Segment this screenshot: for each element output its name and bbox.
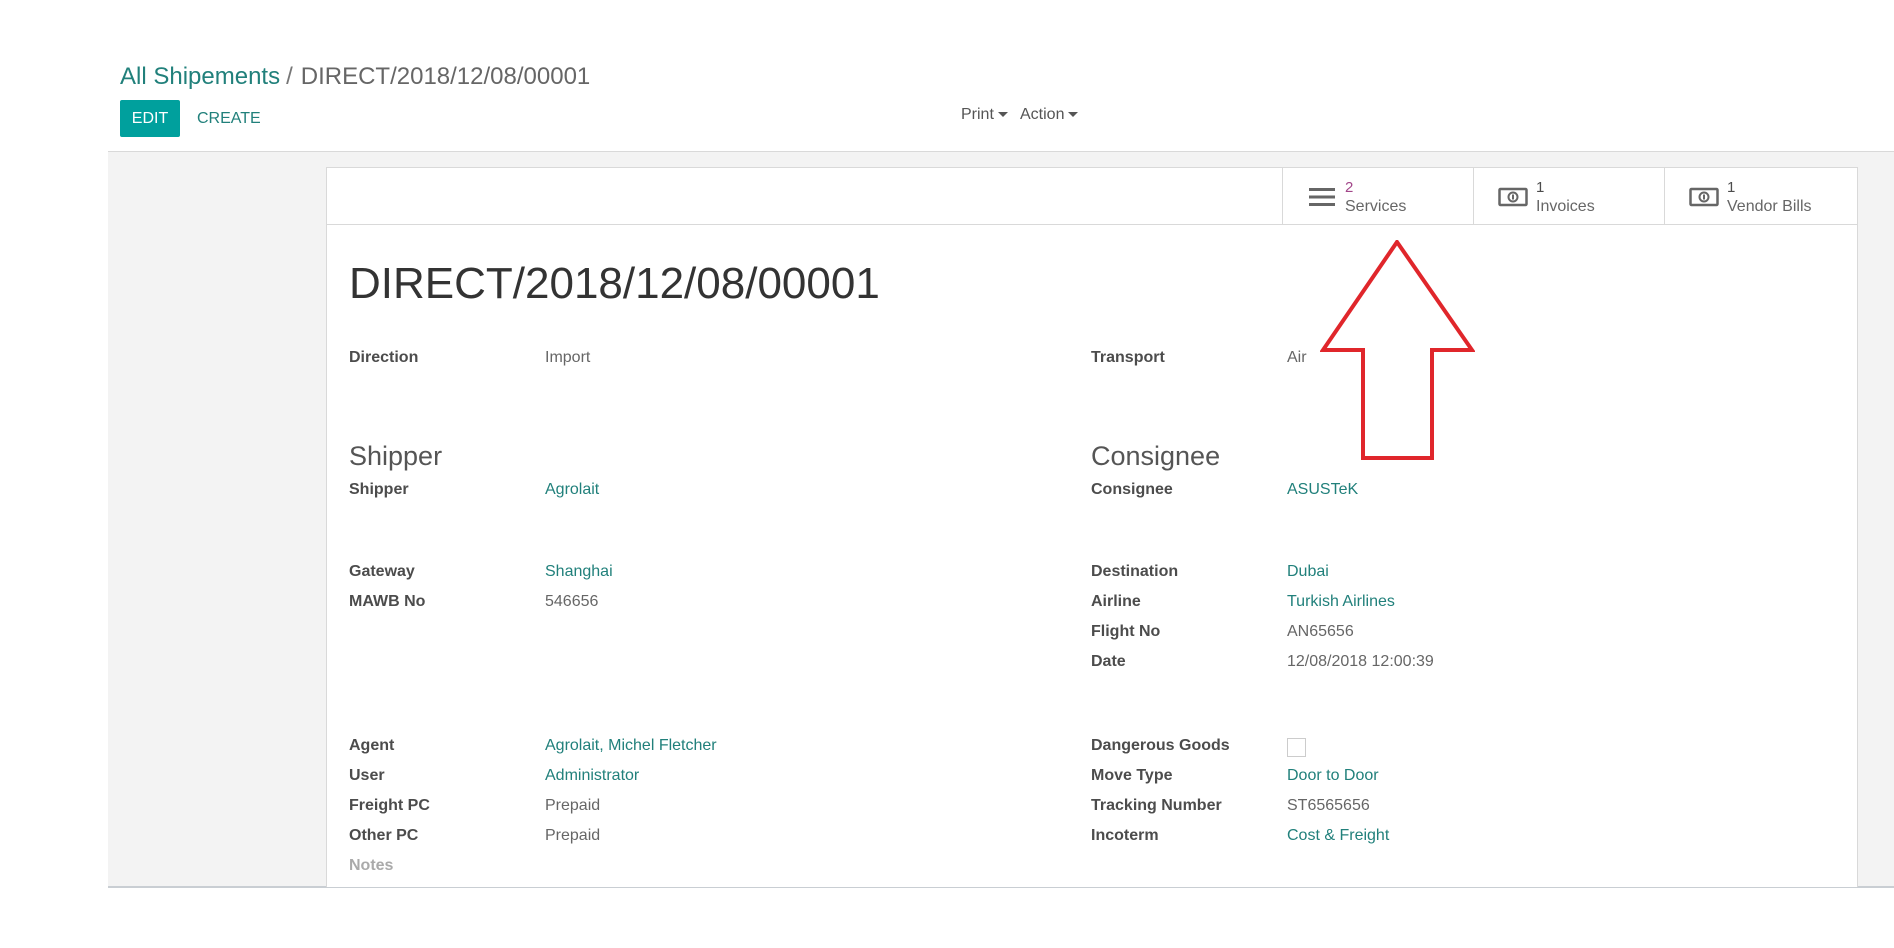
other-pc-label: Other PC bbox=[349, 827, 419, 844]
move-type-label: Move Type bbox=[1091, 767, 1173, 784]
smart-button-box: 2 Services 1 Invoices 1 Vendor Bills bbox=[327, 168, 1857, 225]
notes-label: Notes bbox=[349, 857, 394, 874]
services-smart-button[interactable]: 2 Services bbox=[1282, 168, 1474, 224]
record-title: DIRECT/2018/12/08/00001 bbox=[349, 259, 880, 308]
airline-label: Airline bbox=[1091, 593, 1141, 610]
annotation-up-arrow bbox=[1320, 240, 1475, 460]
control-panel: All Shipements / DIRECT/2018/12/08/00001 E… bbox=[108, 0, 1894, 152]
destination-label: Destination bbox=[1091, 563, 1179, 580]
caret-down-icon bbox=[997, 112, 1008, 118]
create-button[interactable]: CREATE bbox=[197, 100, 261, 137]
destination-link[interactable]: Dubai bbox=[1287, 562, 1329, 582]
edit-button[interactable]: EDIT bbox=[120, 100, 180, 137]
invoices-label: Invoices bbox=[1536, 198, 1595, 215]
user-label: User bbox=[349, 767, 385, 784]
form-sheet: 2 Services 1 Invoices 1 Vendor Bills DIR… bbox=[326, 167, 1858, 887]
action-dropdown[interactable]: Action bbox=[1020, 103, 1079, 127]
other-pc-value: Prepaid bbox=[545, 827, 601, 844]
gateway-label: Gateway bbox=[349, 563, 415, 580]
move-type-link[interactable]: Door to Door bbox=[1287, 766, 1379, 786]
services-label: Services bbox=[1345, 198, 1407, 215]
breadcrumb-all-shipments-link[interactable]: All Shipements bbox=[120, 63, 280, 90]
incoterm-label: Incoterm bbox=[1091, 827, 1159, 844]
invoices-count: 1 bbox=[1536, 179, 1545, 196]
print-dropdown[interactable]: Print bbox=[961, 103, 1008, 127]
caret-down-icon bbox=[1068, 112, 1079, 118]
user-link[interactable]: Administrator bbox=[545, 766, 639, 786]
action-dropdown-label: Action bbox=[1020, 106, 1065, 123]
consignee-link[interactable]: ASUSTeK bbox=[1287, 480, 1358, 500]
print-dropdown-label: Print bbox=[961, 106, 994, 123]
dangerous-goods-checkbox[interactable] bbox=[1287, 738, 1306, 757]
dangerous-goods-label: Dangerous Goods bbox=[1091, 737, 1230, 754]
money-icon bbox=[1689, 187, 1719, 207]
vendor-bills-smart-button[interactable]: 1 Vendor Bills bbox=[1664, 168, 1856, 224]
freight-pc-label: Freight PC bbox=[349, 797, 430, 814]
shipper-link[interactable]: Agrolait bbox=[545, 480, 599, 500]
date-label: Date bbox=[1091, 653, 1126, 670]
agent-label: Agent bbox=[349, 737, 395, 754]
direction-label: Direction bbox=[349, 349, 419, 366]
consignee-label: Consignee bbox=[1091, 481, 1173, 498]
mawb-label: MAWB No bbox=[349, 593, 426, 610]
breadcrumb-separator: / bbox=[286, 63, 293, 90]
direction-value: Import bbox=[545, 349, 591, 366]
gateway-link[interactable]: Shanghai bbox=[545, 562, 613, 582]
invoices-smart-button[interactable]: 1 Invoices bbox=[1473, 168, 1665, 224]
list-icon bbox=[1309, 188, 1335, 206]
tracking-number-value: ST6565656 bbox=[1287, 797, 1370, 814]
transport-label: Transport bbox=[1091, 349, 1165, 366]
mawb-value: 546656 bbox=[545, 593, 599, 610]
shipper-section-title: Shipper bbox=[349, 441, 443, 471]
freight-pc-value: Prepaid bbox=[545, 797, 601, 814]
services-count: 2 bbox=[1345, 179, 1354, 196]
vendor-bills-count: 1 bbox=[1727, 179, 1736, 196]
consignee-section-title: Consignee bbox=[1091, 441, 1221, 471]
date-value: 12/08/2018 12:00:39 bbox=[1287, 653, 1434, 670]
tracking-number-label: Tracking Number bbox=[1091, 797, 1222, 814]
breadcrumb: All Shipements / DIRECT/2018/12/08/00001 bbox=[120, 62, 590, 92]
money-icon bbox=[1498, 187, 1528, 207]
vendor-bills-label: Vendor Bills bbox=[1727, 198, 1812, 215]
incoterm-link[interactable]: Cost & Freight bbox=[1287, 826, 1389, 846]
flight-no-label: Flight No bbox=[1091, 623, 1161, 640]
agent-link[interactable]: Agrolait, Michel Fletcher bbox=[545, 736, 717, 756]
shipper-label: Shipper bbox=[349, 481, 409, 498]
transport-value: Air bbox=[1287, 349, 1307, 366]
airline-link[interactable]: Turkish Airlines bbox=[1287, 592, 1395, 612]
flight-no-value: AN65656 bbox=[1287, 623, 1354, 640]
breadcrumb-current: DIRECT/2018/12/08/00001 bbox=[300, 63, 591, 90]
